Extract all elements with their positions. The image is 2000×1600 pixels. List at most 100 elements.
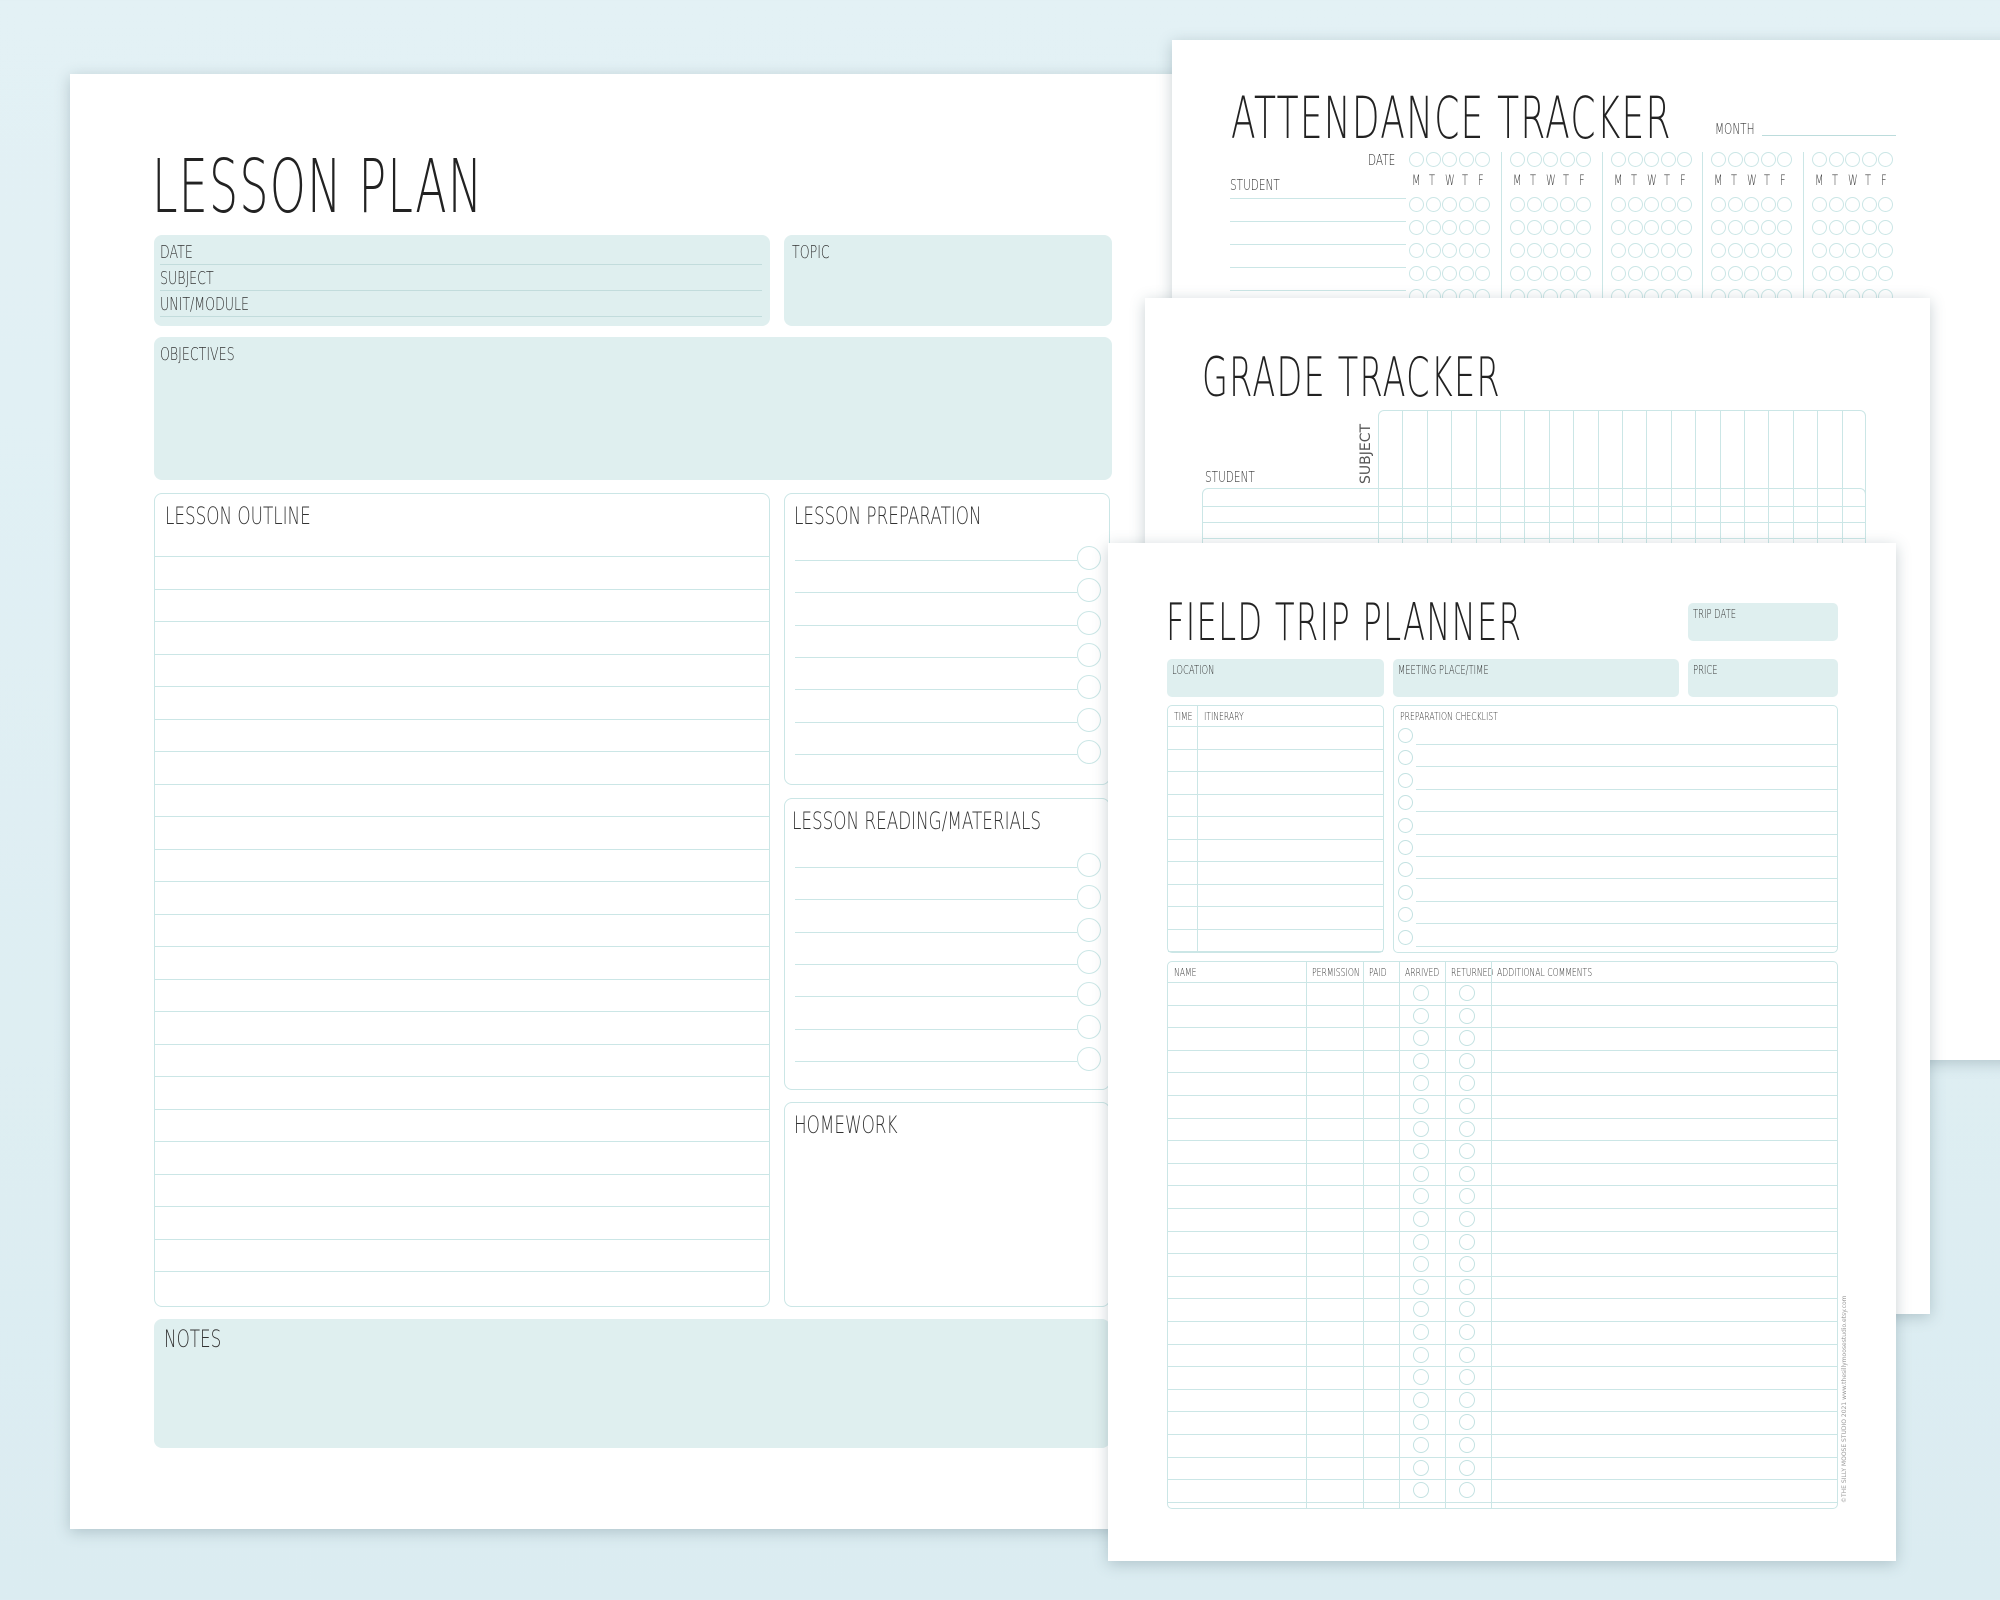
checkbox-circle[interactable] (1077, 885, 1101, 910)
attendance-circle[interactable] (1526, 243, 1542, 258)
attendance-circle[interactable] (1677, 266, 1692, 281)
arrived-circle[interactable] (1413, 1459, 1429, 1476)
attendance-circle[interactable] (1812, 266, 1827, 281)
topic-field[interactable]: TOPIC (784, 235, 1112, 326)
checklist-circle[interactable] (1398, 929, 1413, 945)
attendance-circle[interactable] (1559, 220, 1575, 235)
attendance-circle[interactable] (1777, 197, 1792, 212)
attendance-circle[interactable] (1878, 220, 1893, 235)
attendance-circle[interactable] (1475, 243, 1490, 258)
attendance-circle[interactable] (1611, 243, 1626, 258)
checklist-circle[interactable] (1398, 750, 1413, 766)
returned-circle[interactable] (1459, 1414, 1475, 1431)
attendance-circle[interactable] (1861, 266, 1877, 281)
attendance-circle[interactable] (1845, 243, 1860, 258)
meeting-place-field[interactable]: MEETING PLACE/TIME (1393, 659, 1679, 697)
attendance-circle[interactable] (1510, 266, 1525, 281)
returned-circle[interactable] (1459, 1437, 1475, 1453)
attendance-circle[interactable] (1576, 243, 1591, 258)
preparation-checklist-section[interactable]: PREPARATION CHECKLIST (1393, 705, 1838, 953)
checkbox-circle[interactable] (1077, 1014, 1101, 1039)
checkbox-circle[interactable] (1077, 707, 1101, 732)
attendance-circle[interactable] (1425, 220, 1441, 235)
attendance-circle[interactable] (1744, 243, 1759, 258)
attendance-circle[interactable] (1777, 266, 1792, 281)
attendance-circle[interactable] (1543, 243, 1558, 258)
date-subject-unit-field[interactable]: DATE SUBJECT UNIT/MODULE (154, 235, 770, 326)
attendance-circle[interactable] (1861, 220, 1877, 235)
attendance-circle[interactable] (1711, 266, 1726, 281)
attendance-circle[interactable] (1744, 266, 1759, 281)
attendance-circle[interactable] (1510, 197, 1525, 212)
attendance-circle[interactable] (1727, 197, 1743, 212)
checkbox-circle[interactable] (1077, 949, 1101, 974)
objectives-field[interactable]: OBJECTIVES (154, 337, 1112, 480)
attendance-circle[interactable] (1677, 197, 1692, 212)
attendance-circle[interactable] (1828, 197, 1844, 212)
attendance-circle[interactable] (1644, 243, 1659, 258)
attendance-circle[interactable] (1760, 197, 1776, 212)
returned-circle[interactable] (1459, 1143, 1475, 1160)
checklist-circle[interactable] (1398, 884, 1413, 900)
arrived-circle[interactable] (1413, 1391, 1429, 1408)
arrived-circle[interactable] (1413, 1052, 1429, 1069)
returned-circle[interactable] (1459, 1165, 1475, 1182)
attendance-circle[interactable] (1425, 266, 1441, 281)
attendance-circle[interactable] (1878, 266, 1893, 281)
returned-circle[interactable] (1459, 1030, 1475, 1047)
arrived-circle[interactable] (1413, 1075, 1429, 1092)
attendance-circle[interactable] (1611, 197, 1626, 212)
attendance-circle[interactable] (1627, 197, 1643, 212)
attendance-circle[interactable] (1828, 243, 1844, 258)
arrived-circle[interactable] (1413, 1346, 1429, 1363)
returned-circle[interactable] (1459, 1346, 1475, 1363)
checkbox-circle[interactable] (1077, 853, 1101, 877)
checkbox-circle[interactable] (1077, 578, 1101, 603)
arrived-circle[interactable] (1413, 1414, 1429, 1431)
attendance-circle[interactable] (1526, 220, 1542, 235)
attendance-circle[interactable] (1828, 266, 1844, 281)
lesson-reading-section[interactable]: LESSON READING/MATERIALS (784, 798, 1110, 1090)
attendance-circle[interactable] (1878, 243, 1893, 258)
attendance-circle[interactable] (1611, 220, 1626, 235)
trip-date-field[interactable]: TRIP DATE (1688, 603, 1838, 641)
attendance-circle[interactable] (1475, 197, 1490, 212)
checklist-circle[interactable] (1398, 728, 1413, 743)
returned-circle[interactable] (1459, 1075, 1475, 1092)
attendance-circle[interactable] (1812, 243, 1827, 258)
attendance-circle[interactable] (1409, 197, 1424, 212)
attendance-circle[interactable] (1458, 197, 1474, 212)
attendance-circle[interactable] (1475, 220, 1490, 235)
returned-circle[interactable] (1459, 1256, 1475, 1273)
lesson-outline-section[interactable]: LESSON OUTLINE (154, 493, 770, 1307)
returned-circle[interactable] (1459, 985, 1475, 1001)
attendance-circle[interactable] (1644, 266, 1659, 281)
attendance-circle[interactable] (1510, 220, 1525, 235)
returned-circle[interactable] (1459, 1369, 1475, 1386)
arrived-circle[interactable] (1413, 1233, 1429, 1250)
attendance-circle[interactable] (1576, 197, 1591, 212)
attendance-circle[interactable] (1458, 266, 1474, 281)
attendance-circle[interactable] (1777, 220, 1792, 235)
attendance-circle[interactable] (1543, 220, 1558, 235)
arrived-circle[interactable] (1413, 1256, 1429, 1273)
checklist-circle[interactable] (1398, 817, 1413, 833)
attendance-circle[interactable] (1458, 243, 1474, 258)
attendance-circle[interactable] (1559, 197, 1575, 212)
arrived-circle[interactable] (1413, 1437, 1429, 1453)
attendance-circle[interactable] (1727, 243, 1743, 258)
itinerary-section[interactable]: TIME ITINERARY (1167, 705, 1384, 953)
checkbox-circle[interactable] (1077, 739, 1101, 764)
arrived-circle[interactable] (1413, 1301, 1429, 1318)
attendance-circle[interactable] (1475, 266, 1490, 281)
returned-circle[interactable] (1459, 1278, 1475, 1295)
attendance-circle[interactable] (1442, 243, 1457, 258)
arrived-circle[interactable] (1413, 1278, 1429, 1295)
attendance-circle[interactable] (1627, 220, 1643, 235)
arrived-circle[interactable] (1413, 1098, 1429, 1114)
attendance-circle[interactable] (1727, 266, 1743, 281)
attendance-circle[interactable] (1760, 220, 1776, 235)
attendance-circle[interactable] (1442, 266, 1457, 281)
attendance-circle[interactable] (1627, 243, 1643, 258)
attendance-circle[interactable] (1559, 266, 1575, 281)
